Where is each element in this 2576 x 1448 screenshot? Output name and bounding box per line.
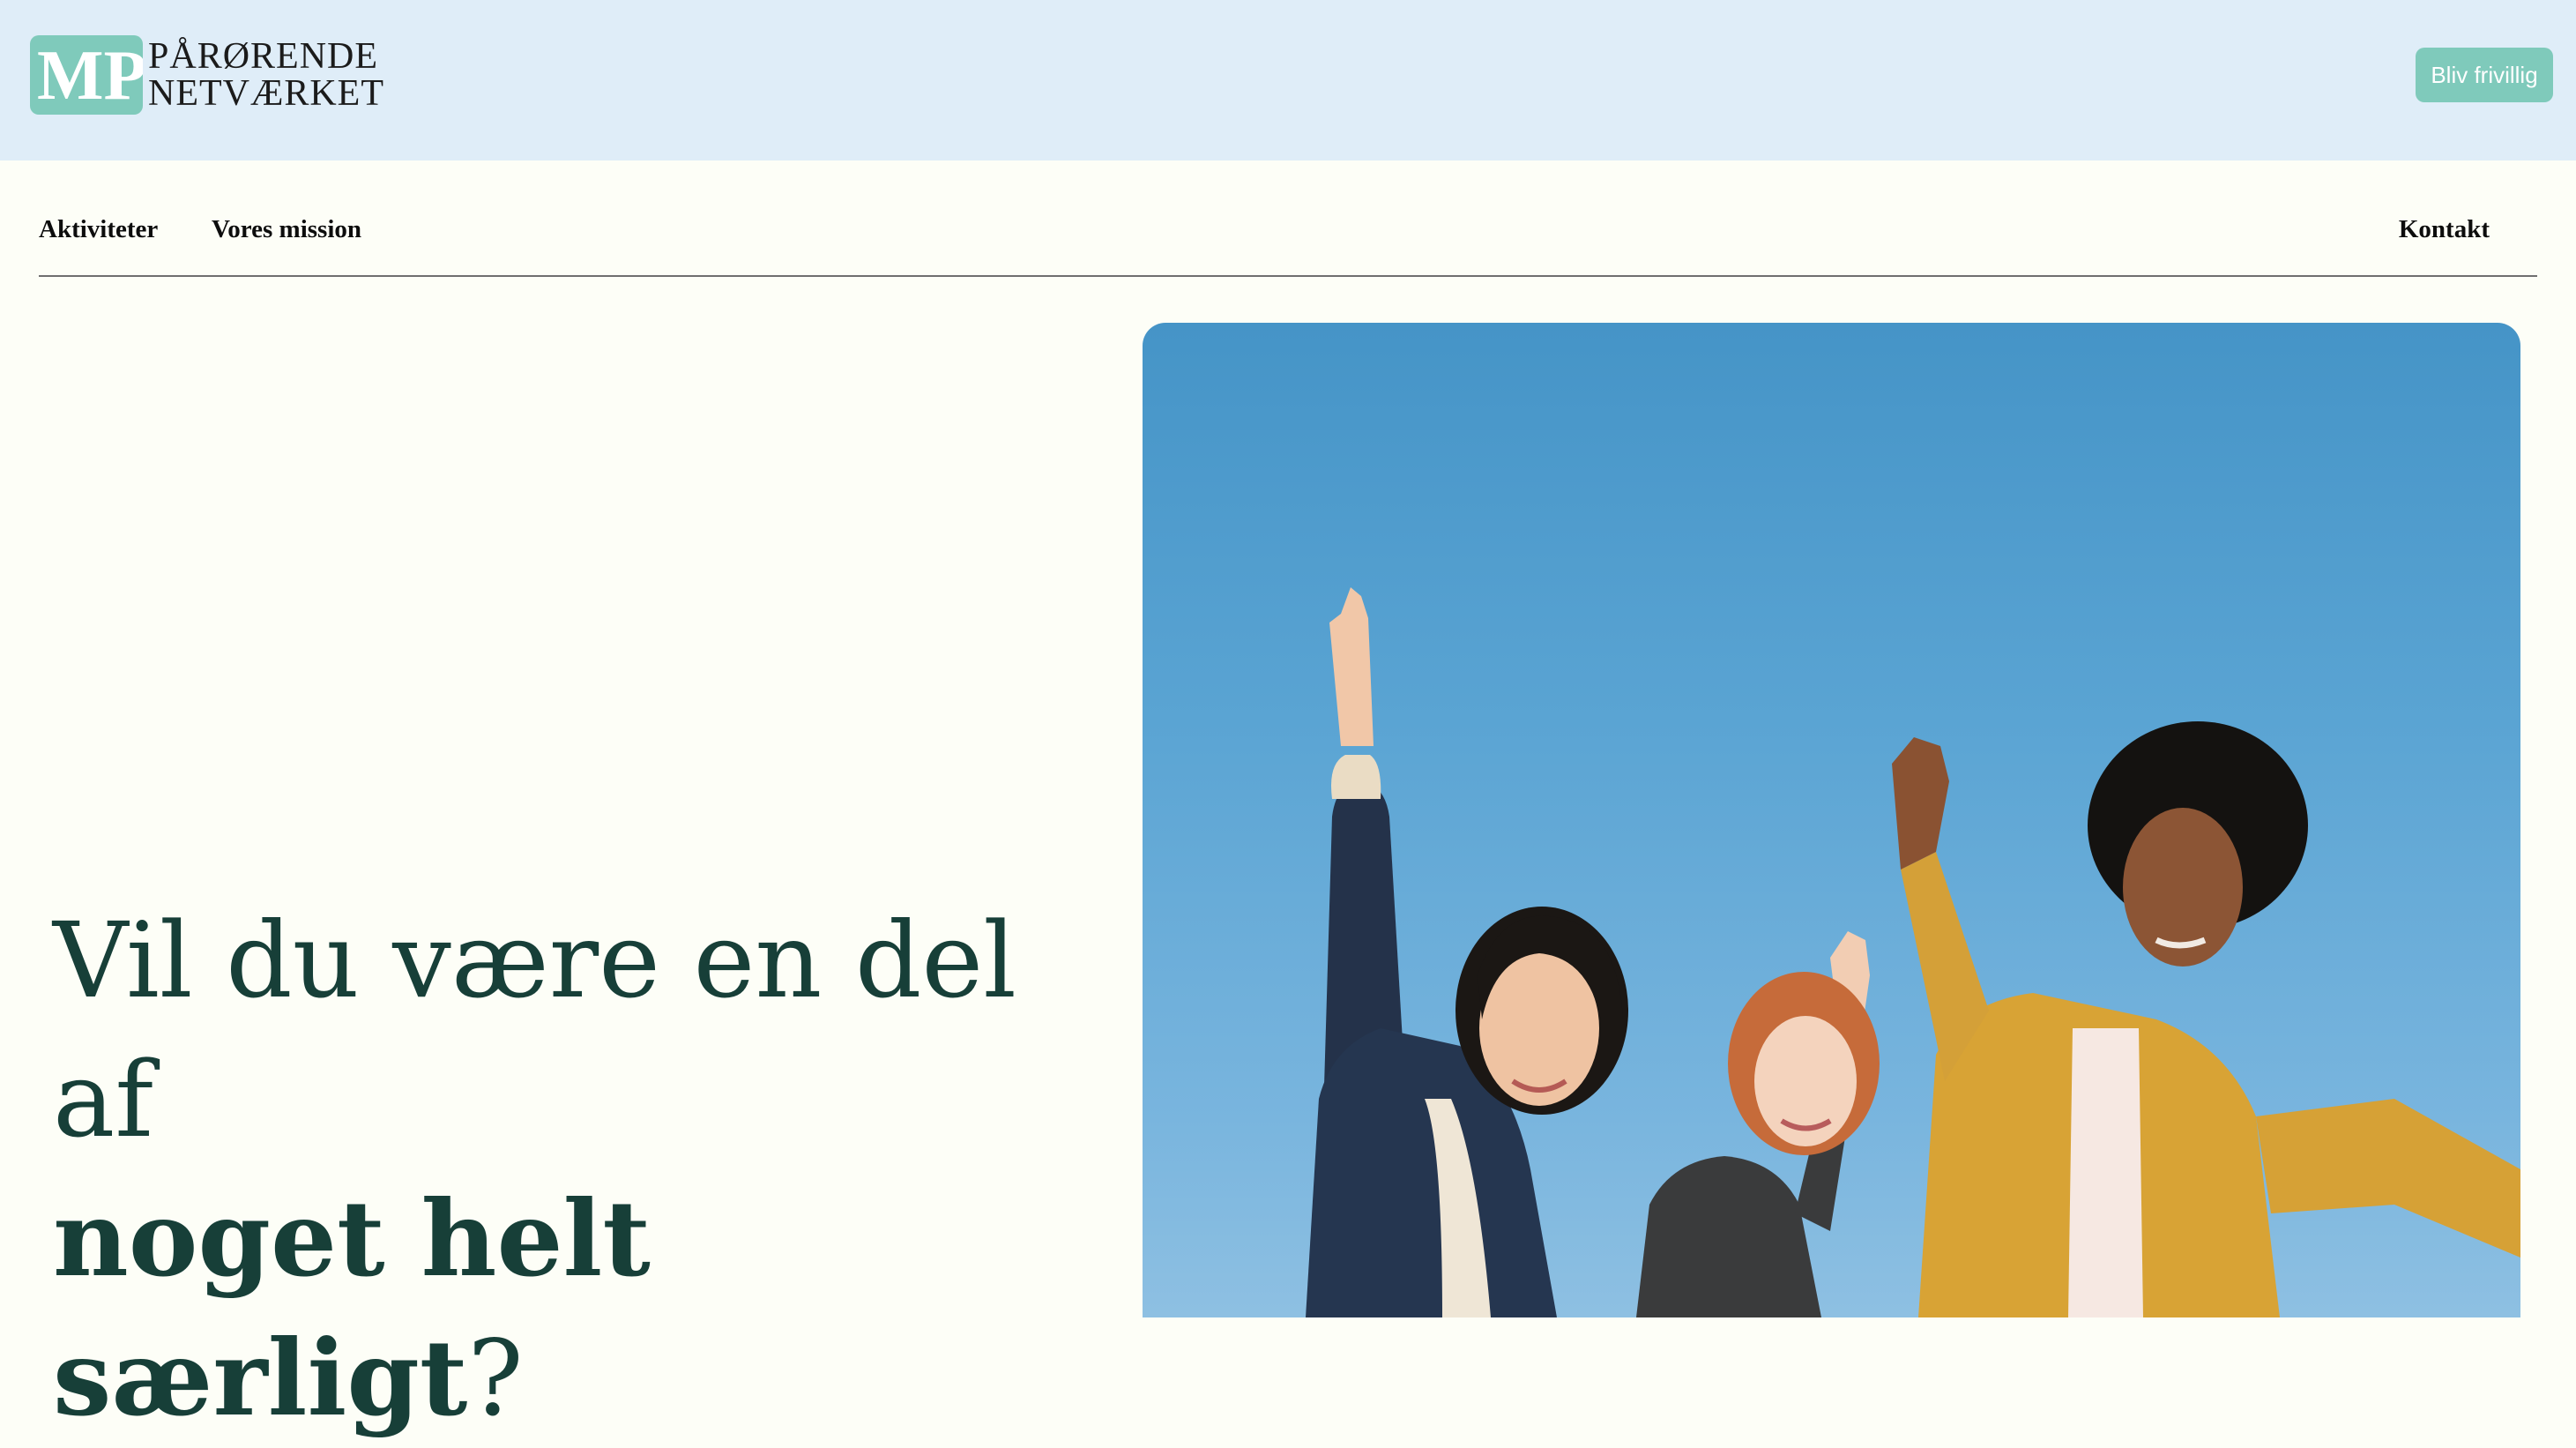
nav-item-mission[interactable]: Vores mission: [212, 215, 361, 244]
hero-photo-illustration: [1306, 587, 2520, 1317]
volunteer-button[interactable]: Bliv frivillig: [2416, 48, 2553, 102]
logo-mark-text: MP: [37, 37, 143, 115]
logo-wordmark: PÅRØRENDE NETVÆRKET: [148, 38, 384, 112]
hero-heading-line1: Vil du være en del af: [53, 899, 1016, 1161]
logo-line-1: PÅRØRENDE: [148, 36, 379, 77]
site-header: MP PÅRØRENDE NETVÆRKET Bliv frivillig: [0, 0, 2576, 160]
logo-mark: MP: [30, 35, 143, 115]
logo[interactable]: MP PÅRØRENDE NETVÆRKET: [30, 34, 384, 116]
person-left: [1306, 587, 1628, 1317]
logo-line-2: NETVÆRKET: [148, 73, 384, 114]
hero-heading-bold: noget helt særligt: [53, 1177, 651, 1439]
nav-item-activities[interactable]: Aktiviteter: [39, 215, 158, 244]
person-middle: [1636, 931, 1880, 1317]
person-right: [1892, 721, 2520, 1317]
main-nav: Aktiviteter Vores mission Kontakt: [39, 160, 2537, 277]
hero-heading: Vil du være en del af noget helt særligt?: [53, 891, 1111, 1448]
nav-item-contact[interactable]: Kontakt: [2399, 215, 2490, 244]
hero-heading-end: ?: [467, 1317, 524, 1439]
hero-image: [1143, 323, 2520, 1317]
